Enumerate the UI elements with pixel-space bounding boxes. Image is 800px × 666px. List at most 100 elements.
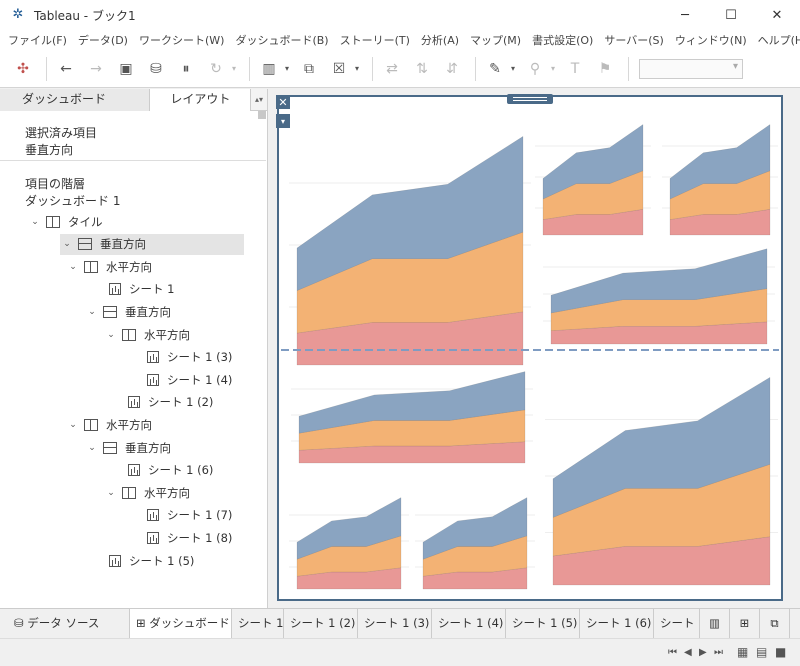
title-bar: ✲ Tableau - ブック1 ─ ☐ ✕ xyxy=(0,0,800,30)
tree-item-sheet[interactable]: シート 1 xyxy=(85,279,174,300)
minimize-icon[interactable]: ─ xyxy=(662,0,708,30)
menu-item-10[interactable]: ヘルプ(H) xyxy=(758,32,800,48)
highlight-icon[interactable]: ✎ xyxy=(482,56,508,82)
clear-icon[interactable]: ☒ xyxy=(326,56,352,82)
sheet-panel[interactable] xyxy=(289,497,409,590)
tab-view-icon[interactable]: ■ xyxy=(775,645,786,659)
new-worksheet-icon[interactable]: ▥ xyxy=(700,609,730,638)
panel-menu-icon[interactable]: ▴▾ xyxy=(251,89,267,111)
sheet-tab-3[interactable]: シート 1 (3) xyxy=(358,609,432,638)
sheet-tab-6[interactable]: シート 1 (6) xyxy=(580,609,654,638)
sheet-tab-1[interactable]: シート 1 xyxy=(232,609,284,638)
last-icon[interactable]: ⏭ xyxy=(714,647,723,658)
tree-item-sheet[interactable]: シート 1 (8) xyxy=(123,527,232,548)
tree-item-horz[interactable]: ⌄ 水平方向 xyxy=(104,482,190,503)
filmstrip-view-icon[interactable]: ▤ xyxy=(756,645,767,659)
tree-item-horz[interactable]: ⌄ 水平方向 xyxy=(66,414,152,435)
sheet-panel[interactable] xyxy=(291,371,533,464)
sheet-panel[interactable] xyxy=(415,497,535,590)
pin-icon[interactable]: ⚑ xyxy=(592,56,618,82)
tree-item-tile[interactable]: ⌄ タイル xyxy=(28,211,102,232)
tree-item-vert[interactable]: ⌄ 垂直方向 xyxy=(60,233,244,255)
chevron-down-icon[interactable]: ⌄ xyxy=(85,307,99,317)
tree-item-horz[interactable]: ⌄ 水平方向 xyxy=(104,324,190,345)
sheet-panel[interactable] xyxy=(289,135,531,366)
menu-item-5[interactable]: 分析(A) xyxy=(421,32,459,48)
sheet-tab-2[interactable]: シート 1 (2) xyxy=(284,609,358,638)
clear-dropdown-icon[interactable]: ▾ xyxy=(352,56,362,82)
container-menu-icon[interactable]: ▾ xyxy=(276,114,290,128)
undo-icon[interactable]: ← xyxy=(53,56,79,82)
new-dashboard-icon[interactable]: ⊞ xyxy=(730,609,760,638)
menu-item-7[interactable]: 書式設定(O) xyxy=(532,32,593,48)
menu-item-8[interactable]: サーバー(S) xyxy=(604,32,663,48)
new-datasource-icon[interactable]: ⛁ xyxy=(143,56,169,82)
tree-item-vert[interactable]: ⌄ 垂直方向 xyxy=(85,301,171,322)
label-icon[interactable]: T xyxy=(562,56,588,82)
tree-item-sheet[interactable]: シート 1 (3) xyxy=(123,347,232,368)
remove-container-icon[interactable]: ✕ xyxy=(276,95,290,109)
tree-item-sheet[interactable]: シート 1 (5) xyxy=(85,550,194,571)
sheet-panel[interactable] xyxy=(543,248,775,345)
first-icon[interactable]: ⏮ xyxy=(668,647,677,658)
prev-icon[interactable]: ◀ xyxy=(684,647,692,658)
tableau-logo-icon[interactable]: ✣ xyxy=(10,56,36,82)
menu-item-6[interactable]: マップ(M) xyxy=(470,32,521,48)
chevron-down-icon[interactable]: ⌄ xyxy=(66,262,80,272)
tree-item-horz[interactable]: ⌄ 水平方向 xyxy=(66,256,152,277)
sort-asc-icon[interactable]: ⇅ xyxy=(409,56,435,82)
tree-item-sheet[interactable]: シート 1 (2) xyxy=(104,392,213,413)
menu-item-2[interactable]: ワークシート(W) xyxy=(139,32,224,48)
new-story-icon[interactable]: ⧉ xyxy=(760,609,790,638)
sheet-tab-7[interactable]: シート 1 xyxy=(654,609,700,638)
chevron-down-icon[interactable]: ⌄ xyxy=(104,330,118,340)
panel-scrollbar[interactable] xyxy=(258,111,266,119)
chevron-down-icon[interactable]: ⌄ xyxy=(28,217,42,227)
sheet-tab-4[interactable]: シート 1 (4) xyxy=(432,609,506,638)
sheet-panel[interactable] xyxy=(662,124,778,236)
chevron-down-icon[interactable]: ⌄ xyxy=(66,420,80,430)
tree-item-label: シート 1 (8) xyxy=(167,530,233,545)
pause-icon[interactable]: ⏸ xyxy=(173,56,199,82)
tree-item-sheet[interactable]: シート 1 (7) xyxy=(123,505,232,526)
tab-layout[interactable]: レイアウト xyxy=(149,89,252,111)
tree-item-vert[interactable]: ⌄ 垂直方向 xyxy=(85,437,171,458)
grid-view-icon[interactable]: ▦ xyxy=(737,645,748,659)
fit-select[interactable] xyxy=(639,58,743,79)
tree-item-label: 水平方向 xyxy=(144,485,190,500)
sheet-tab-0[interactable]: ⊞ ダッシュボード 1 xyxy=(130,609,232,638)
sheet-tab-5[interactable]: シート 1 (5) xyxy=(506,609,580,638)
tab-dashboard[interactable]: ダッシュボード xyxy=(0,89,150,111)
sheet-panel[interactable] xyxy=(535,124,651,236)
new-worksheet-dropdown-icon[interactable]: ▾ xyxy=(282,56,292,82)
refresh-icon[interactable]: ↻ xyxy=(203,56,229,82)
tree-item-sheet[interactable]: シート 1 (6) xyxy=(104,460,213,481)
refresh-dropdown-icon[interactable]: ▾ xyxy=(229,56,239,82)
new-worksheet-icon[interactable]: ▥ xyxy=(256,56,282,82)
tree-item-sheet[interactable]: シート 1 (4) xyxy=(123,369,232,390)
menu-bar: ファイル(F) データ(D) ワークシート(W) ダッシュボード(B) ストーリー(T)… xyxy=(0,30,800,50)
close-icon[interactable]: ✕ xyxy=(754,0,800,30)
duplicate-icon[interactable]: ⧉ xyxy=(296,56,322,82)
next-icon[interactable]: ▶ xyxy=(699,647,707,658)
menu-item-1[interactable]: データ(D) xyxy=(78,32,128,48)
chevron-down-icon[interactable]: ⌄ xyxy=(104,488,118,498)
chevron-down-icon[interactable]: ⌄ xyxy=(85,443,99,453)
swap-icon[interactable]: ⇄ xyxy=(379,56,405,82)
sort-desc-icon[interactable]: ⇵ xyxy=(439,56,465,82)
menu-item-4[interactable]: ストーリー(T) xyxy=(340,32,410,48)
highlight-dropdown-icon[interactable]: ▾ xyxy=(508,56,518,82)
sheet-panel[interactable] xyxy=(545,376,778,586)
group-icon[interactable]: ⚲ xyxy=(522,56,548,82)
tab-datasource[interactable]: ⛁ データ ソース xyxy=(0,609,130,638)
chevron-down-icon[interactable]: ⌄ xyxy=(60,239,74,249)
move-handle-icon[interactable] xyxy=(507,94,553,104)
menu-item-0[interactable]: ファイル(F) xyxy=(8,32,67,48)
group-dropdown-icon[interactable]: ▾ xyxy=(548,56,558,82)
maximize-icon[interactable]: ☐ xyxy=(708,0,754,30)
menu-item-9[interactable]: ウィンドウ(N) xyxy=(675,32,747,48)
redo-icon[interactable]: → xyxy=(83,56,109,82)
menu-item-3[interactable]: ダッシュボード(B) xyxy=(235,32,328,48)
selected-container[interactable] xyxy=(277,95,783,601)
save-icon[interactable]: ▣ xyxy=(113,56,139,82)
